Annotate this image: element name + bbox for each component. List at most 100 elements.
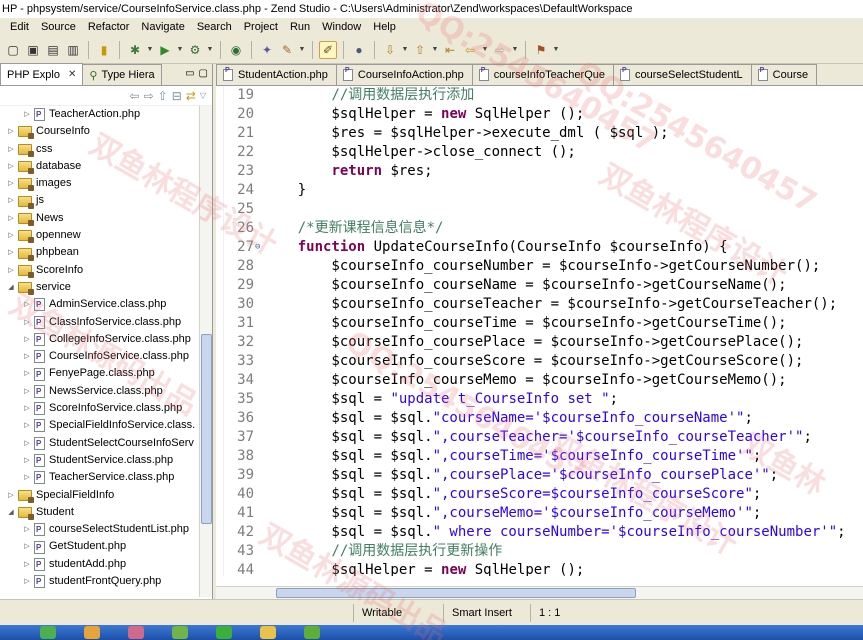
tree-item[interactable]: ▷ ScoreInfoService.class.php (0, 400, 212, 417)
fold-toggle-icon[interactable]: ⊖ (255, 238, 260, 257)
collapsed-arrow-icon[interactable]: ▷ (6, 487, 16, 504)
view-menu-icon[interactable]: ▽ (200, 91, 206, 100)
expanded-arrow-icon[interactable]: ◢ (6, 504, 16, 521)
collapsed-arrow-icon[interactable]: ▷ (22, 314, 32, 331)
tree-item[interactable]: ◢ service (0, 279, 212, 296)
tree-item[interactable]: ▷ StudentService.class.php (0, 452, 212, 469)
collapsed-arrow-icon[interactable]: ▷ (6, 123, 16, 140)
code-line[interactable]: 40 $sql = $sql.",courseScore=$courseInfo… (224, 485, 863, 504)
editor-tab[interactable]: Course (750, 64, 818, 85)
tab-type-hierarchy[interactable]: ⚲ Type Hiera (82, 64, 162, 85)
collapsed-arrow-icon[interactable]: ▷ (22, 521, 32, 538)
taskbar-app-icon[interactable] (260, 626, 276, 639)
tree-item[interactable]: ▷ GetStudent.php (0, 538, 212, 556)
tree-item[interactable]: ▷ js (0, 192, 212, 209)
code-line[interactable]: 23 return $res; (224, 162, 863, 181)
chevron-down-icon[interactable]: ▼ (401, 41, 409, 59)
menu-window[interactable]: Window (316, 18, 367, 36)
chevron-down-icon[interactable]: ▼ (481, 41, 489, 59)
collapsed-arrow-icon[interactable]: ▷ (22, 573, 32, 590)
code-line[interactable]: 43 //调用数据层执行更新操作 (224, 542, 863, 561)
new-file-icon[interactable]: ▢ (4, 41, 22, 59)
collapsed-arrow-icon[interactable]: ▷ (22, 106, 32, 123)
code-line[interactable]: 29 $courseInfo_courseName = $courseInfo-… (224, 276, 863, 295)
last-edit-icon[interactable]: ⇤ (441, 41, 459, 59)
code-line[interactable]: 22 $sqlHelper->close_connect (); (224, 143, 863, 162)
save-all-icon[interactable]: ▤ (44, 41, 62, 59)
search-icon[interactable]: ● (350, 41, 368, 59)
open-type-icon[interactable]: ▮ (95, 41, 113, 59)
code-line[interactable]: 19 //调用数据层执行添加 (224, 86, 863, 105)
taskbar-app-icon[interactable] (172, 626, 188, 639)
up-icon[interactable]: ⇧ (158, 89, 168, 103)
tree-item[interactable]: ▷ NewsService.class.php (0, 383, 212, 400)
tree-item[interactable]: ▷ CourseInfo (0, 123, 212, 140)
collapsed-arrow-icon[interactable]: ▷ (6, 227, 16, 244)
menu-navigate[interactable]: Navigate (135, 18, 190, 36)
collapsed-arrow-icon[interactable]: ▷ (6, 192, 16, 209)
code-line[interactable]: 33 $courseInfo_courseScore = $courseInfo… (224, 352, 863, 371)
tree-item[interactable]: ▷ AdminService.class.php (0, 296, 212, 313)
collapsed-arrow-icon[interactable]: ▷ (6, 244, 16, 261)
globe-icon[interactable]: ◉ (227, 41, 245, 59)
editor-body[interactable]: 19 //调用数据层执行添加 20 $sqlHelper = new SqlHel… (216, 86, 863, 576)
editor-horizontal-scrollbar[interactable] (216, 586, 863, 599)
taskbar-app-icon[interactable] (216, 626, 232, 639)
chevron-down-icon[interactable]: ▼ (431, 41, 439, 59)
run-icon[interactable]: ▶ (156, 41, 174, 59)
forward-icon[interactable]: ⇨ (144, 89, 154, 103)
save-icon[interactable]: ▣ (24, 41, 42, 59)
code-line[interactable]: 24 } (224, 181, 863, 200)
chevron-down-icon[interactable]: ▼ (298, 41, 306, 59)
collapsed-arrow-icon[interactable]: ▷ (22, 296, 32, 313)
code-line[interactable]: 31 $courseInfo_courseTime = $courseInfo-… (224, 314, 863, 333)
pin-icon[interactable]: ⚑ (532, 41, 550, 59)
debug-icon[interactable]: ✱ (126, 41, 144, 59)
tree-item[interactable]: ▷ css (0, 141, 212, 158)
link-editor-icon[interactable]: ⇄ (186, 89, 196, 103)
collapsed-arrow-icon[interactable]: ▷ (6, 175, 16, 192)
prev-annotation-icon[interactable]: ⇧ (411, 41, 429, 59)
collapse-all-icon[interactable]: ⊟ (172, 89, 182, 103)
code-line[interactable]: 41 $sql = $sql.",courseMemo='$courseInfo… (224, 504, 863, 523)
menu-edit[interactable]: Edit (4, 18, 35, 36)
tree-item[interactable]: ▷ database (0, 158, 212, 175)
code-line[interactable]: 27 ⊖ function UpdateCourseInfo(CourseInfo… (224, 238, 863, 257)
tree-item[interactable]: ▷ ClassInfoService.class.php (0, 314, 212, 331)
tree-item[interactable]: ▷ opennew (0, 227, 212, 244)
code-line[interactable]: 32 $courseInfo_coursePlace = $courseInfo… (224, 333, 863, 352)
menu-search[interactable]: Search (191, 18, 238, 36)
collapsed-arrow-icon[interactable]: ▷ (6, 141, 16, 158)
forward-icon[interactable]: ⇨ (491, 41, 509, 59)
editor-tab[interactable]: courseSelectStudentL (613, 64, 752, 85)
code-line[interactable]: 35 $sql = "update t_CourseInfo set "; (224, 390, 863, 409)
tree-item[interactable]: ▷ SpecialFieldInfo (0, 487, 212, 504)
collapsed-arrow-icon[interactable]: ▷ (22, 417, 32, 434)
tree-item[interactable]: ▷ SpecialFieldInfoService.class. (0, 417, 212, 434)
code-line[interactable]: 42 $sql = $sql." where courseNumber='$co… (224, 523, 863, 542)
code-line[interactable]: 20 $sqlHelper = new SqlHelper (); (224, 105, 863, 124)
collapsed-arrow-icon[interactable]: ▷ (22, 452, 32, 469)
tree-item[interactable]: ▷ FenyePage.class.php (0, 365, 212, 383)
tab-php-explorer[interactable]: PHP Explo ✕ (0, 63, 84, 85)
tree-scrollbar[interactable] (199, 106, 212, 597)
collapsed-arrow-icon[interactable]: ▷ (22, 348, 32, 365)
minimize-icon[interactable]: ▭ (185, 68, 194, 79)
collapsed-arrow-icon[interactable]: ▷ (6, 158, 16, 175)
print-icon[interactable]: ▥ (64, 41, 82, 59)
menu-project[interactable]: Project (238, 18, 284, 36)
back-icon[interactable]: ⇦ (130, 89, 140, 103)
tree-item[interactable]: ▷ News (0, 210, 212, 227)
tree-scroll-thumb[interactable] (201, 334, 212, 524)
chevron-down-icon[interactable]: ▼ (146, 41, 154, 59)
code-line[interactable]: 38 $sql = $sql.",courseTime='$courseInfo… (224, 447, 863, 466)
collapsed-arrow-icon[interactable]: ▷ (22, 383, 32, 400)
tree-item[interactable]: ▷ ScoreInfo (0, 262, 212, 279)
edit-pen-icon[interactable]: ✐ (319, 40, 337, 59)
code-line[interactable]: 26 /*更新课程信息信息*/ (224, 219, 863, 238)
brush-icon[interactable]: ✎ (278, 41, 296, 59)
menu-help[interactable]: Help (367, 18, 402, 36)
next-annotation-icon[interactable]: ⇩ (381, 41, 399, 59)
tree-item[interactable]: ▷ phpbean (0, 244, 212, 261)
menu-refactor[interactable]: Refactor (82, 18, 136, 36)
